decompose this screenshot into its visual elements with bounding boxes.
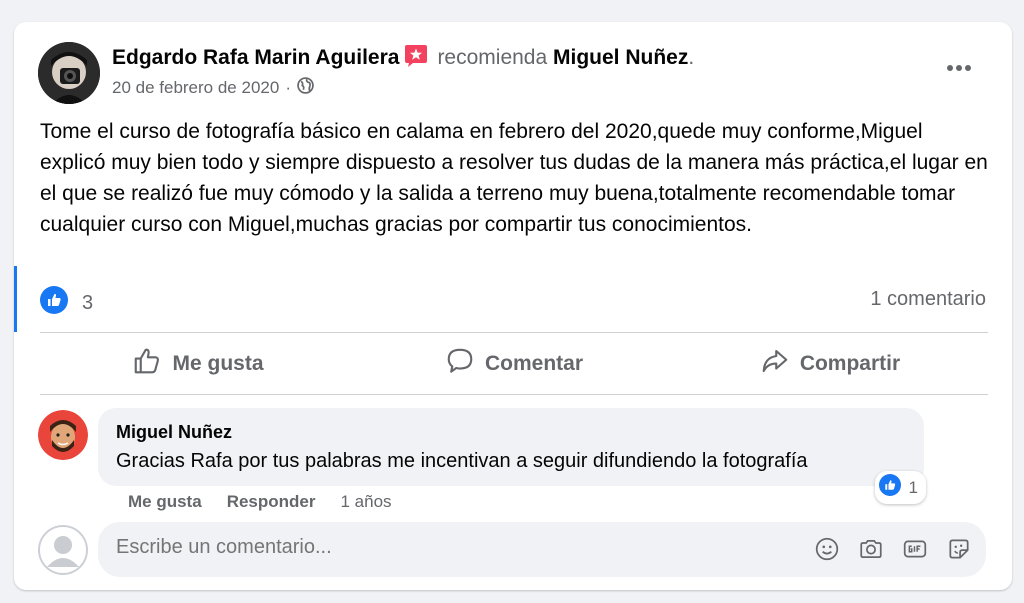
comment-input[interactable] — [116, 536, 796, 559]
commenter-avatar[interactable] — [38, 410, 88, 460]
viewer-avatar — [38, 525, 88, 575]
comment-age[interactable]: 1 años — [340, 492, 391, 512]
comment-like-reaction-icon — [878, 474, 901, 501]
share-icon — [760, 346, 790, 382]
comment-reactions[interactable]: 1 — [874, 471, 926, 504]
sticker-icon[interactable] — [946, 536, 972, 562]
recommends-label: recomienda — [437, 46, 548, 69]
divider-bottom — [40, 394, 988, 395]
post-card: Edgardo Rafa Marin Aguilera recomienda Mi… — [14, 22, 1012, 590]
comment-bubble: Miguel Nuñez Gracias Rafa por tus palabr… — [98, 408, 926, 504]
reaction-count: 3 — [82, 291, 94, 314]
page-name[interactable]: Miguel Nuñez — [553, 46, 688, 69]
comment-text: Gracias Rafa por tus palabras me incenti… — [116, 450, 808, 472]
camera-icon[interactable] — [858, 536, 884, 562]
meta-separator: · — [285, 78, 291, 97]
globe-icon — [297, 77, 314, 99]
post-date[interactable]: 20 de febrero de 2020 — [112, 78, 279, 98]
emoji-icon[interactable] — [814, 536, 840, 562]
gif-icon[interactable] — [902, 536, 928, 562]
post-actions: Me gusta Comentar Compartir — [40, 334, 988, 394]
comment-icon — [445, 346, 475, 382]
post-text: Tome el curso de fotografía básico en ca… — [40, 120, 988, 236]
author-name[interactable]: Edgardo Rafa Marin Aguilera — [112, 46, 399, 69]
comment-author[interactable]: Miguel Nuñez — [116, 422, 232, 443]
comment-composer — [98, 522, 986, 577]
author-avatar[interactable] — [38, 42, 100, 104]
recommendation-badge-icon — [403, 44, 429, 68]
like-reaction-icon — [40, 286, 68, 320]
comment-reply-link[interactable]: Responder — [227, 492, 316, 512]
comment-actions: Me gusta Responder 1 años — [128, 492, 392, 512]
like-label: Me gusta — [172, 352, 264, 375]
more-options-icon[interactable] — [944, 58, 974, 78]
comment-label: Comentar — [484, 352, 584, 375]
thumbs-up-icon — [132, 346, 162, 382]
like-button[interactable]: Me gusta — [40, 334, 356, 394]
comment-like-link[interactable]: Me gusta — [128, 492, 202, 512]
share-button[interactable]: Compartir — [672, 334, 988, 394]
header-period: . — [688, 46, 695, 69]
comment-count[interactable]: 1 comentario — [870, 288, 986, 311]
composer-tools — [814, 536, 972, 562]
reaction-summary[interactable]: 3 — [40, 286, 93, 320]
post-header: Edgardo Rafa Marin Aguilera recomienda Mi… — [112, 44, 694, 70]
focus-indicator — [14, 266, 17, 332]
comment-button[interactable]: Comentar — [356, 334, 672, 394]
comment-reaction-count: 1 — [908, 477, 918, 497]
divider-top — [40, 332, 988, 333]
post-meta: 20 de febrero de 2020 · — [112, 77, 314, 99]
share-label: Compartir — [799, 352, 901, 375]
